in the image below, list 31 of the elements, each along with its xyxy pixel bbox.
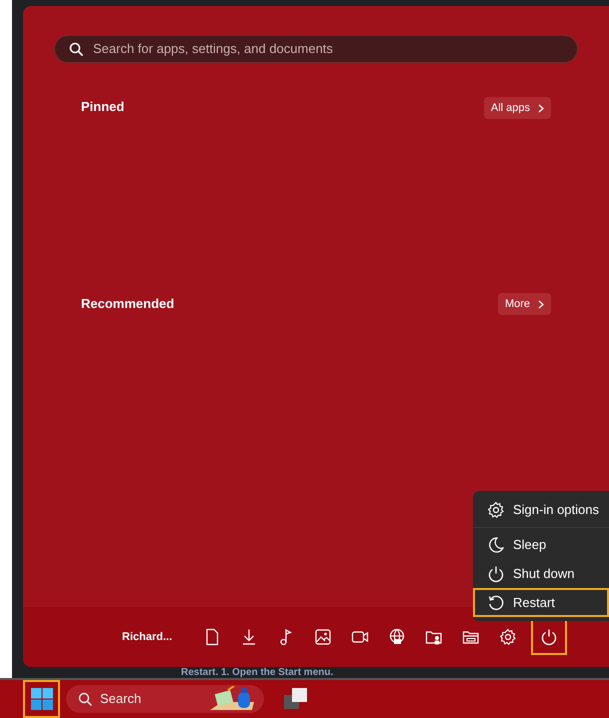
moon-icon <box>487 536 505 554</box>
power-menu-item[interactable]: Restart <box>473 588 609 617</box>
caption-text: Restart. 1. Open the Start menu. <box>181 667 334 678</box>
search-field[interactable]: Search for apps, settings, and documents <box>54 35 578 63</box>
restart-icon <box>487 594 505 612</box>
power-menu-item[interactable]: Sign-in options <box>473 495 609 524</box>
globe-icon <box>388 628 406 646</box>
gear-icon <box>499 628 517 646</box>
search-input: Search <box>100 689 200 709</box>
power-menu-item[interactable]: Shut down <box>473 559 609 588</box>
chevron-right-icon <box>538 104 544 112</box>
power-icon <box>487 564 505 582</box>
search-icon <box>78 692 92 706</box>
windows-logo-icon <box>30 688 52 710</box>
start-button[interactable] <box>23 680 60 718</box>
section-title: Pinned <box>81 98 124 116</box>
all-apps-button[interactable]: All apps <box>484 97 551 119</box>
taskbar-search-field[interactable]: Search <box>66 685 264 713</box>
school-supplies-icon <box>208 686 256 712</box>
chevron-right-icon <box>538 300 544 308</box>
power-menu-item[interactable]: Sleep <box>473 530 609 559</box>
gear-icon <box>487 500 505 518</box>
user-name[interactable]: Richard... <box>122 628 198 646</box>
section-title: Recommended <box>81 295 174 314</box>
search-icon <box>69 42 83 56</box>
image-icon <box>314 628 332 646</box>
download-icon <box>240 628 258 646</box>
more-button[interactable]: More <box>498 293 551 315</box>
power-icon <box>540 628 558 646</box>
task-view-icon[interactable] <box>284 688 308 710</box>
search-input: Search for apps, settings, and documents <box>93 39 563 59</box>
